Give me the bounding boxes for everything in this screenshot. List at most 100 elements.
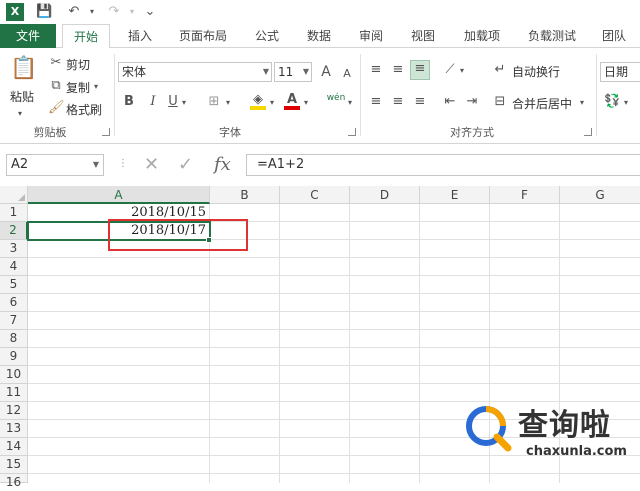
- phonetic-guide-icon[interactable]: wén: [326, 90, 346, 106]
- font-launcher-icon[interactable]: [348, 128, 356, 136]
- paste-button[interactable]: 粘贴: [10, 88, 34, 105]
- name-box[interactable]: A2 ▼: [6, 154, 104, 176]
- font-size-combo[interactable]: 11 ▼: [274, 62, 312, 82]
- wrap-text-icon[interactable]: ↵: [492, 62, 508, 78]
- row-header[interactable]: 14: [0, 438, 28, 456]
- merge-center-icon[interactable]: ⊟: [492, 94, 508, 110]
- underline-dropdown-icon[interactable]: ▾: [182, 95, 186, 111]
- row-header[interactable]: 7: [0, 312, 28, 330]
- tab-insert[interactable]: 插入: [118, 24, 162, 48]
- redo-dropdown-icon[interactable]: ▾: [124, 3, 140, 21]
- accounting-dropdown-icon[interactable]: ▾: [624, 95, 628, 111]
- font-color-icon[interactable]: A: [284, 92, 300, 110]
- column-header-d[interactable]: D: [350, 186, 420, 204]
- row-header[interactable]: 15: [0, 456, 28, 474]
- save-icon[interactable]: 💾: [36, 3, 52, 21]
- number-format-combo[interactable]: 日期: [600, 62, 640, 82]
- cut-button[interactable]: 剪切: [66, 56, 90, 73]
- font-color-dropdown-icon[interactable]: ▾: [304, 95, 308, 111]
- row-header[interactable]: 3: [0, 240, 28, 258]
- column-header-g[interactable]: G: [560, 186, 640, 204]
- formula-bar-grip-icon[interactable]: ⋮: [118, 158, 128, 169]
- select-all-button[interactable]: [0, 186, 28, 204]
- align-right-icon[interactable]: ≡: [412, 94, 428, 110]
- row-header[interactable]: 1: [0, 204, 28, 222]
- copy-dropdown-icon[interactable]: ▾: [94, 79, 98, 95]
- copy-button[interactable]: 复制: [66, 79, 90, 96]
- undo-dropdown-icon[interactable]: ▾: [84, 3, 100, 21]
- redo-icon[interactable]: ↷: [106, 3, 122, 21]
- italic-icon[interactable]: I: [146, 94, 160, 110]
- phonetic-dropdown-icon[interactable]: ▾: [348, 95, 352, 111]
- row-header[interactable]: 8: [0, 330, 28, 348]
- row-header[interactable]: 4: [0, 258, 28, 276]
- tab-formulas[interactable]: 公式: [246, 24, 288, 48]
- format-painter-icon[interactable]: 🖌: [48, 100, 65, 116]
- align-middle-icon[interactable]: ≡: [390, 62, 406, 78]
- bold-icon[interactable]: B: [122, 94, 136, 110]
- grow-font-icon[interactable]: A: [318, 64, 334, 80]
- tab-team[interactable]: 团队: [594, 24, 634, 48]
- decrease-indent-icon[interactable]: ⇤: [442, 94, 458, 110]
- tab-view[interactable]: 视图: [402, 24, 444, 48]
- insert-function-icon[interactable]: fx: [214, 154, 231, 176]
- align-top-icon[interactable]: ≡: [368, 62, 384, 78]
- borders-icon[interactable]: ⊞: [206, 94, 222, 110]
- excel-logo-icon: X: [6, 3, 24, 21]
- cancel-icon[interactable]: ✕: [144, 154, 159, 176]
- row-header[interactable]: 11: [0, 384, 28, 402]
- row-header[interactable]: 9: [0, 348, 28, 366]
- tab-load-test[interactable]: 负载测试: [520, 24, 584, 48]
- copy-icon[interactable]: ⧉: [48, 78, 64, 94]
- row-header[interactable]: 12: [0, 402, 28, 420]
- tab-file[interactable]: 文件: [0, 24, 56, 48]
- alignment-launcher-icon[interactable]: [584, 128, 592, 136]
- align-center-icon[interactable]: ≡: [390, 94, 406, 110]
- increase-indent-icon[interactable]: ⇥: [464, 94, 480, 110]
- customize-qat-icon[interactable]: ⌄: [142, 3, 158, 21]
- tab-review[interactable]: 审阅: [350, 24, 392, 48]
- chevron-down-icon: ▼: [302, 67, 309, 76]
- align-bottom-icon[interactable]: ≡: [410, 60, 430, 80]
- accounting-format-icon[interactable]: 💱: [604, 94, 620, 110]
- column-header-b[interactable]: B: [210, 186, 280, 204]
- column-header-f[interactable]: F: [490, 186, 560, 204]
- merge-dropdown-icon[interactable]: ▾: [580, 95, 584, 111]
- font-name-combo[interactable]: 宋体 ▼: [118, 62, 272, 82]
- watermark-brand: 查询啦: [518, 408, 611, 443]
- row-header[interactable]: 10: [0, 366, 28, 384]
- cut-icon[interactable]: ✂: [48, 55, 64, 71]
- paste-icon[interactable]: 📋: [10, 54, 38, 84]
- font-group-label: 字体: [219, 126, 241, 139]
- row-header[interactable]: 5: [0, 276, 28, 294]
- underline-icon[interactable]: U: [166, 94, 180, 110]
- enter-icon[interactable]: ✓: [178, 154, 193, 176]
- formula-input[interactable]: =A1+2: [246, 154, 640, 176]
- format-painter-button[interactable]: 格式刷: [66, 101, 102, 118]
- column-header-a[interactable]: A: [28, 186, 210, 204]
- tab-addins[interactable]: 加载项: [456, 24, 508, 48]
- highlight-box: [108, 219, 248, 251]
- paste-dropdown-icon[interactable]: ▾: [18, 106, 22, 122]
- row-header[interactable]: 16: [0, 474, 28, 489]
- fill-color-icon[interactable]: ◈: [250, 92, 266, 110]
- shrink-font-icon[interactable]: A: [340, 66, 354, 82]
- wrap-text-button[interactable]: 自动换行: [512, 63, 560, 80]
- tab-page-layout[interactable]: 页面布局: [170, 24, 236, 48]
- row-header[interactable]: 13: [0, 420, 28, 438]
- orientation-dropdown-icon[interactable]: ▾: [460, 63, 464, 79]
- column-header-e[interactable]: E: [420, 186, 490, 204]
- clipboard-launcher-icon[interactable]: [102, 128, 110, 136]
- undo-icon[interactable]: ↶: [66, 3, 82, 21]
- align-left-icon[interactable]: ≡: [368, 94, 384, 110]
- fill-color-dropdown-icon[interactable]: ▾: [270, 95, 274, 111]
- column-header-c[interactable]: C: [280, 186, 350, 204]
- row-header[interactable]: 6: [0, 294, 28, 312]
- tab-home[interactable]: 开始: [62, 24, 110, 49]
- row-header[interactable]: 2: [0, 222, 28, 240]
- borders-dropdown-icon[interactable]: ▾: [226, 95, 230, 111]
- orientation-icon[interactable]: ⟋: [442, 62, 458, 78]
- formula-buttons: ✕ ✓ fx: [130, 154, 246, 176]
- merge-center-button[interactable]: 合并后居中: [512, 95, 572, 112]
- tab-data[interactable]: 数据: [298, 24, 340, 48]
